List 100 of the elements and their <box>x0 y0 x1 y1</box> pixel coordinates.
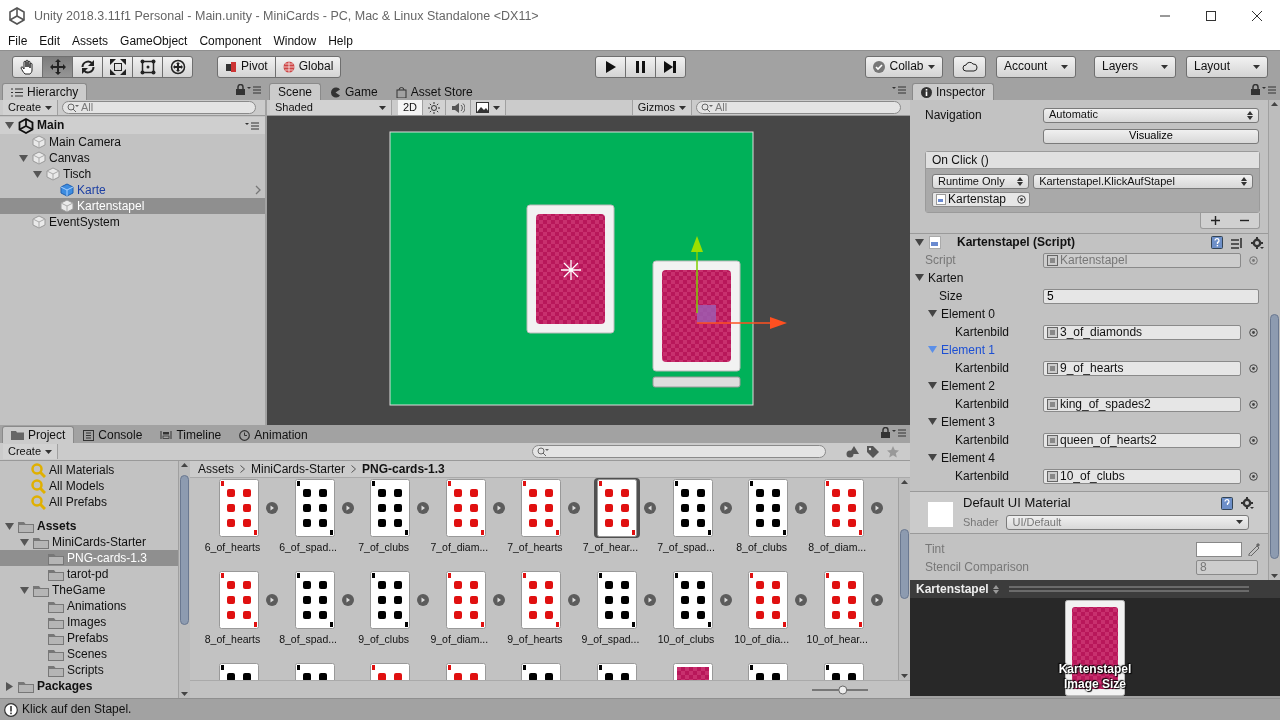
object-field[interactable]: 9_of_hearts <box>1043 360 1241 376</box>
mode-dropdown[interactable]: Runtime Only <box>932 174 1030 189</box>
breadcrumb-item[interactable]: PNG-cards-1.3 <box>362 461 445 477</box>
object-field[interactable]: 3_of_diamonds <box>1043 324 1241 340</box>
hand-tool-button[interactable] <box>12 55 43 78</box>
expand-arrow-icon[interactable] <box>18 152 29 164</box>
object-field[interactable]: queen_of_hearts2 <box>1043 432 1241 448</box>
expand-arrow-icon[interactable] <box>914 237 925 248</box>
asset-item[interactable]: 7_of_diam... <box>424 478 501 570</box>
close-icon[interactable] <box>1252 11 1262 21</box>
asset-item[interactable]: 7_of_hear... <box>575 478 652 570</box>
element-label[interactable]: Element 4 <box>941 450 996 466</box>
global-button[interactable]: Global <box>274 55 342 78</box>
asset-item[interactable]: 8_of_diam... <box>802 478 879 570</box>
asset-item[interactable]: 9_of_diam... <box>424 570 501 662</box>
expand-arrow-icon[interactable] <box>19 584 30 596</box>
cloud-button[interactable] <box>953 55 986 78</box>
asset-item[interactable]: 8_of_clubs <box>727 478 803 570</box>
search-field[interactable] <box>532 445 826 458</box>
expand-arrow-icon[interactable] <box>32 168 43 180</box>
create-dropdown[interactable]: Create <box>3 444 59 459</box>
zoom-slider[interactable] <box>810 684 870 695</box>
scrollbar-thumb[interactable] <box>1270 313 1279 559</box>
expand-arrow-icon[interactable] <box>4 120 15 131</box>
scroll-up-icon[interactable] <box>901 480 908 484</box>
menu-item[interactable]: Help <box>322 33 359 49</box>
favorite-item[interactable]: All Materials <box>0 462 178 478</box>
asset-item[interactable]: 9_of_hearts <box>500 570 576 662</box>
panel-tab[interactable]: Hierarchy <box>2 83 88 100</box>
folder-item[interactable]: Images <box>0 614 178 630</box>
element-label[interactable]: Element 1 <box>941 342 996 358</box>
favorite-item[interactable]: All Prefabs <box>0 494 178 510</box>
tag-icon[interactable] <box>867 445 879 458</box>
expand-arrow-icon[interactable] <box>927 416 938 428</box>
function-dropdown[interactable]: Kartenstapel.KlickAufStapel <box>1033 174 1253 189</box>
panel-tab[interactable]: Scene <box>269 83 322 100</box>
breadcrumb-item[interactable]: Assets <box>198 461 234 477</box>
expand-arrow-icon[interactable] <box>19 536 30 548</box>
effects-dropdown[interactable] <box>471 100 507 115</box>
element-label[interactable]: Element 0 <box>941 306 996 322</box>
maximize-icon[interactable] <box>1206 11 1216 21</box>
chevron-right-icon[interactable] <box>255 185 261 195</box>
visualize-button[interactable]: Visualize <box>1043 128 1259 144</box>
scroll-up-icon[interactable] <box>181 463 188 467</box>
shading-dropdown[interactable]: Shaded <box>270 100 392 115</box>
element-label[interactable]: Element 3 <box>941 414 996 430</box>
panel-tab[interactable]: Game <box>321 83 387 100</box>
play-button[interactable] <box>594 55 626 78</box>
hierarchy-item[interactable]: Canvas <box>0 150 265 166</box>
add-icon[interactable] <box>1211 216 1220 225</box>
collab-button[interactable]: Collab <box>865 55 943 78</box>
asset-item[interactable]: 8_of_spad... <box>273 570 350 662</box>
asset-item[interactable]: 9_of_clubs <box>349 570 425 662</box>
asset-item[interactable]: 8_of_hearts <box>198 570 274 662</box>
menu-item[interactable]: Component <box>193 33 268 49</box>
menu-item[interactable]: GameObject <box>114 33 194 49</box>
scroll-up-icon[interactable] <box>1271 102 1278 106</box>
object-field[interactable]: king_of_spades2 <box>1043 396 1241 412</box>
filter-type-icon[interactable] <box>846 445 859 458</box>
folder-item[interactable]: Scenes <box>0 646 178 662</box>
rotate-tool-button[interactable] <box>72 55 103 78</box>
asset-item[interactable]: 6_of_hearts <box>198 478 274 570</box>
hierarchy-item[interactable]: Karte <box>0 182 265 198</box>
panel-tab[interactable]: Asset Store <box>386 83 482 100</box>
2d-toggle[interactable]: 2D <box>398 100 424 115</box>
object-field[interactable]: Kartenstap <box>932 192 1030 207</box>
panel-tab[interactable]: Console <box>74 426 152 443</box>
folder-item[interactable]: Scripts <box>0 662 178 678</box>
star-icon[interactable] <box>887 445 899 458</box>
menu-item[interactable]: Assets <box>66 33 115 49</box>
create-dropdown[interactable]: Create <box>3 100 59 115</box>
transform-tool-button[interactable] <box>162 55 193 78</box>
menu-item[interactable]: Edit <box>33 33 67 49</box>
folder-item[interactable]: MiniCards-Starter <box>0 534 178 550</box>
color-field[interactable] <box>1196 541 1242 557</box>
asset-item[interactable]: 10_of_clubs <box>651 570 728 662</box>
gear-icon[interactable] <box>1251 236 1264 249</box>
asset-item[interactable]: 7_of_hearts <box>500 478 576 570</box>
step-button[interactable] <box>654 55 686 78</box>
element-label[interactable]: Element 2 <box>941 378 996 394</box>
help-icon[interactable] <box>1221 496 1233 510</box>
expand-arrow-icon[interactable] <box>4 680 15 692</box>
account-dropdown[interactable]: Account <box>996 55 1076 78</box>
layers-dropdown[interactable]: Layers <box>1094 55 1176 78</box>
asset-item[interactable]: 10_of_dia... <box>727 570 803 662</box>
shader-dropdown[interactable]: UI/Default <box>1006 514 1250 530</box>
gear-icon[interactable] <box>1241 496 1254 509</box>
panel-tab[interactable]: Timeline <box>151 426 231 443</box>
hierarchy-item[interactable]: EventSystem <box>0 214 265 230</box>
gizmos-dropdown[interactable]: Gizmos <box>631 100 692 115</box>
move-tool-button[interactable] <box>42 55 73 78</box>
pivot-button[interactable]: Pivot <box>217 55 276 78</box>
preview-title[interactable]: Kartenstapel <box>916 581 989 597</box>
folder-item[interactable]: Animations <box>0 598 178 614</box>
scrollbar-thumb[interactable] <box>180 474 189 625</box>
scrollbar-thumb[interactable] <box>900 529 909 599</box>
asset-item[interactable]: 10_of_hear... <box>802 570 879 662</box>
scroll-down-icon[interactable] <box>901 674 908 678</box>
expand-arrow-icon[interactable] <box>4 520 15 532</box>
folder-item[interactable]: TheGame <box>0 582 178 598</box>
